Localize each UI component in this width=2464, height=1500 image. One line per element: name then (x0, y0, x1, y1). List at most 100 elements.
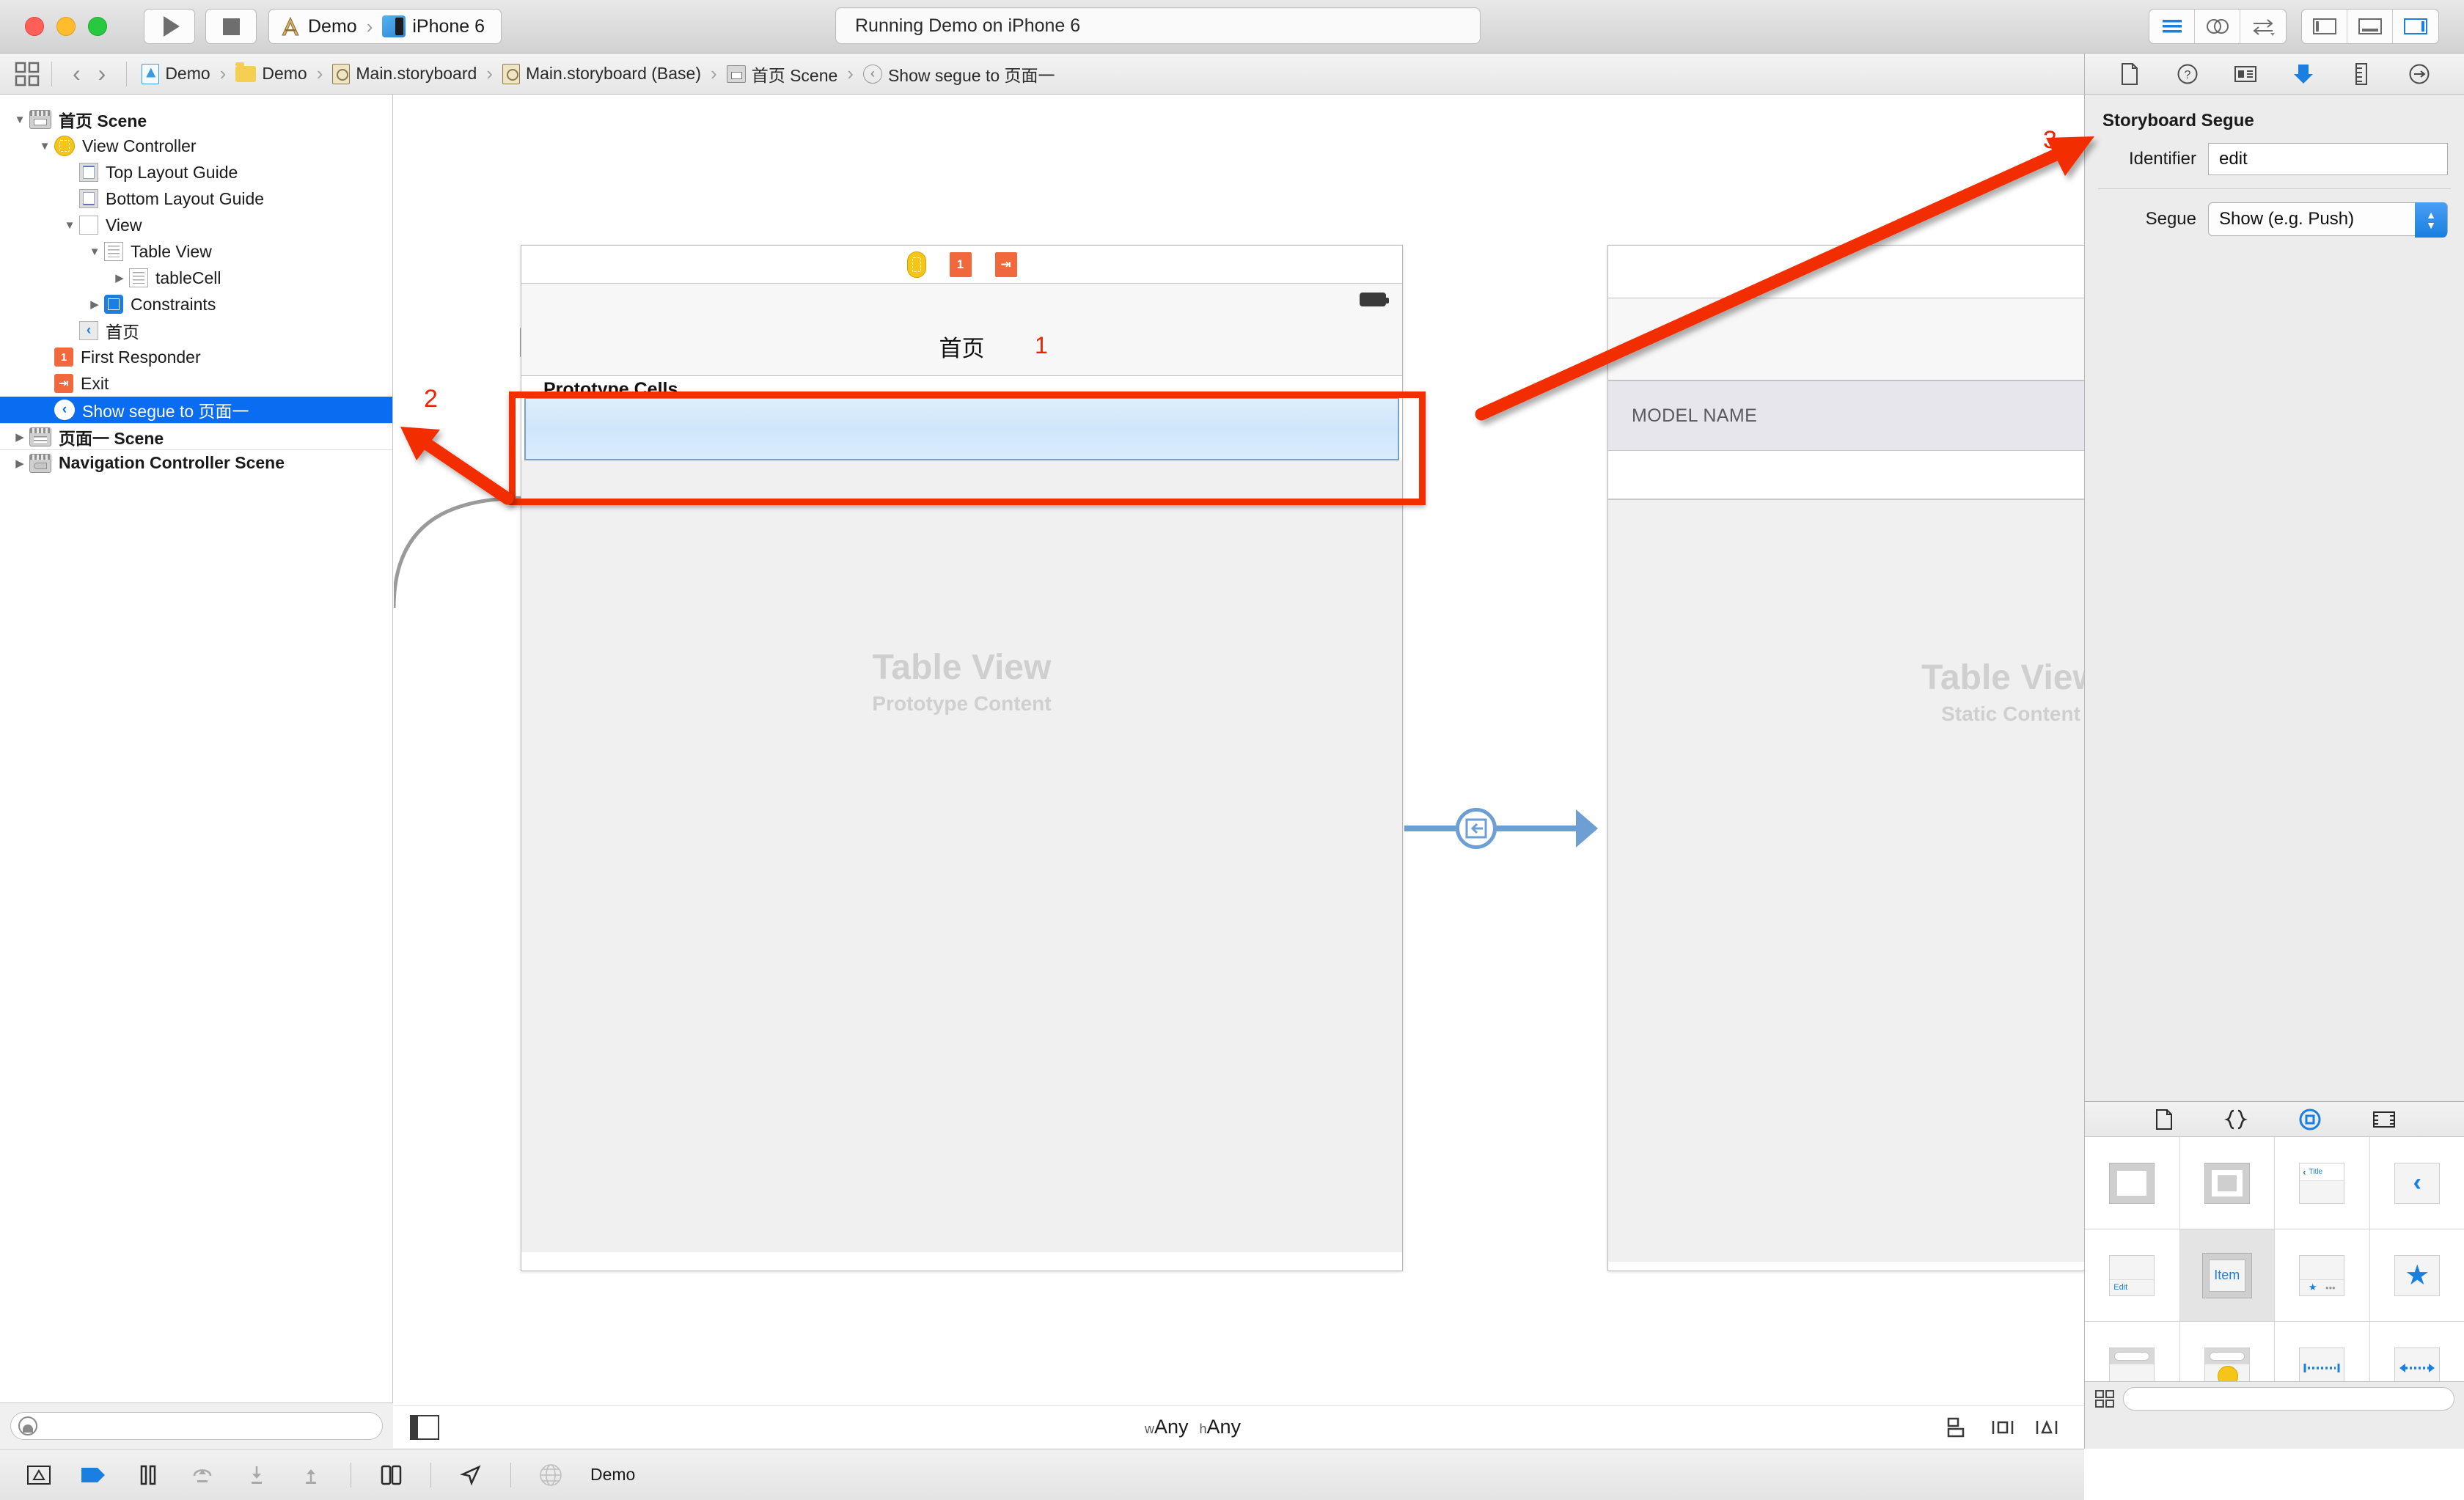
outline-row[interactable]: ‹ 首页 (0, 317, 392, 344)
breadcrumb-item-scene[interactable]: 首页 Scene (724, 62, 841, 87)
run-button[interactable] (144, 9, 195, 44)
outline-row[interactable]: 首页 Scene (0, 106, 392, 133)
disclosure-triangle-icon[interactable] (110, 271, 129, 284)
back-button[interactable]: ‹ (64, 60, 89, 87)
disclosure-triangle-icon[interactable] (10, 457, 29, 470)
tab-quick-help-inspector[interactable]: ? (2171, 59, 2204, 89)
bar-button-item-thumbnail: Item (2201, 1252, 2252, 1298)
standard-editor-button[interactable] (2149, 10, 2195, 43)
outline-row[interactable]: Bottom Layout Guide (0, 185, 392, 212)
library-item-bar-button-item[interactable]: Item (2179, 1229, 2275, 1322)
related-items-icon[interactable] (15, 62, 40, 87)
disclosure-triangle-icon[interactable] (60, 219, 79, 232)
version-editor-button[interactable] (2240, 10, 2286, 43)
step-over-button[interactable] (188, 1462, 217, 1488)
library-item-tab-bar[interactable]: ★ ••• (2275, 1229, 2370, 1322)
continue-button[interactable] (79, 1462, 109, 1488)
object-library-icon[interactable] (2298, 1108, 2322, 1131)
breadcrumb-item-project[interactable]: Demo (139, 63, 213, 84)
scene2-static-cell[interactable] (1608, 451, 2084, 499)
zoom-window-button[interactable] (88, 17, 107, 36)
scene-home[interactable]: 1 ⇥ 首页 1 Prototype Cells Table View Prot… (521, 245, 1403, 1271)
segue-line-right[interactable] (1495, 826, 1582, 831)
pin-icon[interactable] (1990, 1416, 2015, 1438)
tab-file-inspector[interactable] (2113, 59, 2146, 89)
size-class-w: Any (1154, 1416, 1189, 1438)
breadcrumb-item-storyboard-base[interactable]: Main.storyboard (Base) (499, 63, 704, 84)
align-icon[interactable] (1946, 1416, 1971, 1438)
identifier-input[interactable]: edit (2208, 143, 2448, 175)
library-item-navigation-item[interactable]: ‹ (2369, 1137, 2464, 1229)
resolve-auto-layout-icon[interactable] (2034, 1416, 2059, 1438)
outline-row[interactable]: tableCell (0, 265, 392, 291)
segue-select[interactable]: Show (e.g. Push) ▲ ▼ (2208, 202, 2448, 238)
tab-attributes-inspector[interactable] (2287, 59, 2320, 89)
outline-row-label: 首页 (106, 323, 139, 342)
outline-row[interactable]: View Controller (0, 133, 392, 159)
outline-row[interactable]: 页面一 Scene (0, 423, 392, 449)
step-out-button[interactable] (296, 1462, 326, 1488)
tab-size-inspector[interactable] (2345, 59, 2377, 89)
outline-row[interactable]: Top Layout Guide (0, 159, 392, 185)
view-controller-icon[interactable] (906, 251, 926, 278)
outline-row[interactable]: Table View (0, 238, 392, 265)
scene1-navigation-bar[interactable]: 首页 1 (521, 317, 1402, 376)
breadcrumb-item-segue[interactable]: ‹ Show segue to 页面一 (860, 62, 1058, 87)
outline-row[interactable]: Navigation Controller Scene (0, 449, 392, 476)
library-item-tab-bar-item[interactable]: ★ (2369, 1229, 2464, 1322)
minimize-window-button[interactable] (56, 17, 76, 36)
outline-row-label: Bottom Layout Guide (106, 188, 265, 208)
scene2-navigation-bar[interactable]: 页面一 (1608, 246, 2084, 298)
size-class-indicator[interactable]: wAny hAny (439, 1416, 1946, 1438)
step-into-button[interactable] (242, 1462, 271, 1488)
first-responder-icon[interactable]: 1 (949, 251, 972, 277)
library-search-field[interactable] (2123, 1386, 2454, 1411)
disclosure-triangle-icon[interactable] (85, 298, 104, 311)
grid-view-icon[interactable] (2095, 1389, 2114, 1408)
navigator-toggle-button[interactable] (2302, 10, 2347, 43)
disclosure-triangle-icon[interactable] (10, 114, 29, 126)
chevron-updown-icon[interactable]: ▲ ▼ (2415, 202, 2447, 238)
canvas-view-as-button[interactable] (410, 1414, 439, 1440)
scene2-placeholder-title: Table View (1921, 658, 2084, 697)
breakpoint-toggle-button[interactable] (25, 1462, 54, 1488)
outline-row[interactable]: Constraints (0, 291, 392, 317)
library-item-view[interactable] (2085, 1137, 2180, 1229)
assistant-editor-button[interactable] (2195, 10, 2240, 43)
code-snippet-library-icon[interactable] (2223, 1109, 2248, 1130)
outline-row[interactable]: ‹ Show segue to 页面一 (0, 397, 392, 423)
storyboard-canvas[interactable]: 1 ⇥ 首页 1 Prototype Cells Table View Prot… (394, 95, 2084, 1448)
prototype-cell-tablecell[interactable] (524, 397, 1399, 460)
segue-badge[interactable] (1456, 808, 1497, 849)
tab-connections-inspector[interactable] (2403, 59, 2435, 89)
disclosure-triangle-icon[interactable] (35, 140, 54, 152)
scheme-selector[interactable]: Demo › iPhone 6 (268, 9, 502, 44)
forward-button[interactable]: › (89, 60, 115, 87)
exit-icon[interactable]: ⇥ (994, 251, 1017, 277)
debug-toggle-button[interactable] (2347, 10, 2393, 43)
stop-button[interactable] (205, 9, 257, 44)
close-window-button[interactable] (25, 17, 44, 36)
tab-identity-inspector[interactable] (2229, 59, 2262, 89)
pause-button[interactable] (133, 1462, 163, 1488)
media-library-icon[interactable] (2372, 1110, 2396, 1129)
library-item-toolbar[interactable]: Edit (2085, 1229, 2180, 1322)
view-hierarchy-button[interactable] (376, 1462, 406, 1488)
breadcrumb-item-storyboard[interactable]: Main.storyboard (329, 63, 480, 84)
utilities-toggle-button[interactable] (2393, 10, 2438, 43)
container-view-thumbnail (2204, 1162, 2250, 1204)
simulate-location-button[interactable] (456, 1462, 485, 1488)
outline-row[interactable]: View (0, 212, 392, 238)
first-responder-icon: 1 (54, 348, 73, 367)
scene-page-one[interactable]: 页面一 页面一 MODEL NAME Table View Static Con… (1607, 245, 2084, 1271)
outline-row[interactable]: ⇥ Exit (0, 370, 392, 397)
library-item-container-view[interactable] (2179, 1137, 2275, 1229)
library-item-navigation-bar[interactable]: ‹ Title (2275, 1137, 2370, 1229)
flexible-space-icon (2399, 1363, 2435, 1372)
disclosure-triangle-icon[interactable] (10, 430, 29, 444)
breadcrumb-item-group[interactable]: Demo (232, 62, 309, 84)
file-template-library-icon[interactable] (2155, 1109, 2174, 1130)
outline-filter-field[interactable] (10, 1411, 383, 1440)
disclosure-triangle-icon[interactable] (85, 246, 104, 258)
outline-row[interactable]: 1 First Responder (0, 344, 392, 370)
